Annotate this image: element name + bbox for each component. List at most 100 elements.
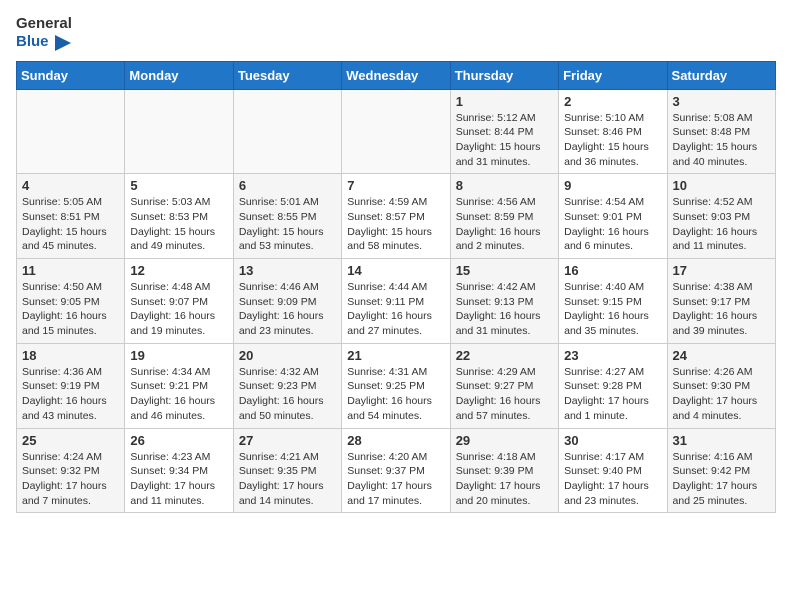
day-number: 9: [564, 178, 661, 193]
day-info: Sunrise: 4:27 AM Sunset: 9:28 PM Dayligh…: [564, 365, 661, 424]
day-info: Sunrise: 4:29 AM Sunset: 9:27 PM Dayligh…: [456, 365, 553, 424]
day-number: 8: [456, 178, 553, 193]
header-day-sunday: Sunday: [17, 61, 125, 89]
week-row-2: 4 Sunrise: 5:05 AM Sunset: 8:51 PM Daylig…: [17, 174, 776, 259]
day-info: Sunrise: 5:05 AM Sunset: 8:51 PM Dayligh…: [22, 195, 119, 254]
day-cell: [233, 89, 341, 174]
day-info: Sunrise: 4:18 AM Sunset: 9:39 PM Dayligh…: [456, 450, 553, 509]
day-number: 28: [347, 433, 444, 448]
day-info: Sunrise: 4:48 AM Sunset: 9:07 PM Dayligh…: [130, 280, 227, 339]
day-info: Sunrise: 4:17 AM Sunset: 9:40 PM Dayligh…: [564, 450, 661, 509]
day-cell: [125, 89, 233, 174]
day-number: 10: [673, 178, 770, 193]
calendar-header: SundayMondayTuesdayWednesdayThursdayFrid…: [17, 61, 776, 89]
header-day-thursday: Thursday: [450, 61, 558, 89]
week-row-5: 25 Sunrise: 4:24 AM Sunset: 9:32 PM Dayli…: [17, 428, 776, 513]
day-cell: 8 Sunrise: 4:56 AM Sunset: 8:59 PM Daylig…: [450, 174, 558, 259]
logo-general-text: General: [16, 16, 73, 33]
header-day-tuesday: Tuesday: [233, 61, 341, 89]
day-cell: 1 Sunrise: 5:12 AM Sunset: 8:44 PM Daylig…: [450, 89, 558, 174]
day-number: 23: [564, 348, 661, 363]
day-number: 19: [130, 348, 227, 363]
day-info: Sunrise: 4:52 AM Sunset: 9:03 PM Dayligh…: [673, 195, 770, 254]
day-cell: 14Sunrise: 4:44 AM Sunset: 9:11 PM Dayli…: [342, 259, 450, 344]
day-info: Sunrise: 5:12 AM Sunset: 8:44 PM Dayligh…: [456, 111, 553, 170]
day-number: 29: [456, 433, 553, 448]
day-info: Sunrise: 4:42 AM Sunset: 9:13 PM Dayligh…: [456, 280, 553, 339]
day-info: Sunrise: 5:03 AM Sunset: 8:53 PM Dayligh…: [130, 195, 227, 254]
day-number: 15: [456, 263, 553, 278]
day-cell: 5 Sunrise: 5:03 AM Sunset: 8:53 PM Daylig…: [125, 174, 233, 259]
day-number: 25: [22, 433, 119, 448]
page-header: General Blue: [16, 16, 776, 53]
day-number: 14: [347, 263, 444, 278]
day-cell: 13 Sunrise: 4:46 AM Sunset: 9:09 PM Dayli…: [233, 259, 341, 344]
day-info: Sunrise: 4:36 AM Sunset: 9:19 PM Dayligh…: [22, 365, 119, 424]
day-info: Sunrise: 5:08 AM Sunset: 8:48 PM Dayligh…: [673, 111, 770, 170]
day-number: 17: [673, 263, 770, 278]
day-number: 31: [673, 433, 770, 448]
day-info: Sunrise: 4:26 AM Sunset: 9:30 PM Dayligh…: [673, 365, 770, 424]
day-info: Sunrise: 4:31 AM Sunset: 9:25 PM Dayligh…: [347, 365, 444, 424]
day-cell: 21Sunrise: 4:31 AM Sunset: 9:25 PM Dayli…: [342, 343, 450, 428]
day-number: 7: [347, 178, 444, 193]
week-row-3: 11 Sunrise: 4:50 AM Sunset: 9:05 PM Dayli…: [17, 259, 776, 344]
day-number: 2: [564, 94, 661, 109]
day-cell: 31 Sunrise: 4:16 AM Sunset: 9:42 PM Dayli…: [667, 428, 775, 513]
day-info: Sunrise: 4:50 AM Sunset: 9:05 PM Dayligh…: [22, 280, 119, 339]
day-info: Sunrise: 4:16 AM Sunset: 9:42 PM Dayligh…: [673, 450, 770, 509]
day-cell: 3 Sunrise: 5:08 AM Sunset: 8:48 PM Daylig…: [667, 89, 775, 174]
day-info: Sunrise: 4:21 AM Sunset: 9:35 PM Dayligh…: [239, 450, 336, 509]
day-cell: 9 Sunrise: 4:54 AM Sunset: 9:01 PM Daylig…: [559, 174, 667, 259]
day-info: Sunrise: 4:40 AM Sunset: 9:15 PM Dayligh…: [564, 280, 661, 339]
week-row-1: 1 Sunrise: 5:12 AM Sunset: 8:44 PM Daylig…: [17, 89, 776, 174]
day-number: 24: [673, 348, 770, 363]
header-row: SundayMondayTuesdayWednesdayThursdayFrid…: [17, 61, 776, 89]
day-cell: 7 Sunrise: 4:59 AM Sunset: 8:57 PM Daylig…: [342, 174, 450, 259]
day-info: Sunrise: 4:24 AM Sunset: 9:32 PM Dayligh…: [22, 450, 119, 509]
day-info: Sunrise: 4:34 AM Sunset: 9:21 PM Dayligh…: [130, 365, 227, 424]
day-info: Sunrise: 4:54 AM Sunset: 9:01 PM Dayligh…: [564, 195, 661, 254]
day-number: 13: [239, 263, 336, 278]
header-day-wednesday: Wednesday: [342, 61, 450, 89]
week-row-4: 18 Sunrise: 4:36 AM Sunset: 9:19 PM Dayli…: [17, 343, 776, 428]
day-number: 30: [564, 433, 661, 448]
day-number: 12: [130, 263, 227, 278]
day-cell: 23 Sunrise: 4:27 AM Sunset: 9:28 PM Dayli…: [559, 343, 667, 428]
day-number: 11: [22, 263, 119, 278]
day-info: Sunrise: 4:46 AM Sunset: 9:09 PM Dayligh…: [239, 280, 336, 339]
day-cell: 12 Sunrise: 4:48 AM Sunset: 9:07 PM Dayli…: [125, 259, 233, 344]
day-info: Sunrise: 4:59 AM Sunset: 8:57 PM Dayligh…: [347, 195, 444, 254]
day-cell: 2 Sunrise: 5:10 AM Sunset: 8:46 PM Daylig…: [559, 89, 667, 174]
day-cell: 26Sunrise: 4:23 AM Sunset: 9:34 PM Dayli…: [125, 428, 233, 513]
day-number: 18: [22, 348, 119, 363]
day-cell: 17Sunrise: 4:38 AM Sunset: 9:17 PM Dayli…: [667, 259, 775, 344]
header-day-saturday: Saturday: [667, 61, 775, 89]
day-number: 5: [130, 178, 227, 193]
day-cell: 6Sunrise: 5:01 AM Sunset: 8:55 PM Daylig…: [233, 174, 341, 259]
day-cell: 24 Sunrise: 4:26 AM Sunset: 9:30 PM Dayli…: [667, 343, 775, 428]
day-info: Sunrise: 4:23 AM Sunset: 9:34 PM Dayligh…: [130, 450, 227, 509]
day-info: Sunrise: 4:20 AM Sunset: 9:37 PM Dayligh…: [347, 450, 444, 509]
day-cell: 30 Sunrise: 4:17 AM Sunset: 9:40 PM Dayli…: [559, 428, 667, 513]
logo-triangle-icon: [51, 33, 73, 53]
day-cell: [342, 89, 450, 174]
day-cell: 16Sunrise: 4:40 AM Sunset: 9:15 PM Dayli…: [559, 259, 667, 344]
day-number: 22: [456, 348, 553, 363]
day-cell: 25 Sunrise: 4:24 AM Sunset: 9:32 PM Dayli…: [17, 428, 125, 513]
day-cell: 18 Sunrise: 4:36 AM Sunset: 9:19 PM Dayli…: [17, 343, 125, 428]
header-day-monday: Monday: [125, 61, 233, 89]
day-cell: 27Sunrise: 4:21 AM Sunset: 9:35 PM Dayli…: [233, 428, 341, 513]
day-cell: 29 Sunrise: 4:18 AM Sunset: 9:39 PM Dayli…: [450, 428, 558, 513]
day-cell: 10 Sunrise: 4:52 AM Sunset: 9:03 PM Dayli…: [667, 174, 775, 259]
calendar-body: 1 Sunrise: 5:12 AM Sunset: 8:44 PM Daylig…: [17, 89, 776, 513]
logo-blue-text: Blue: [16, 34, 49, 51]
day-cell: 4 Sunrise: 5:05 AM Sunset: 8:51 PM Daylig…: [17, 174, 125, 259]
day-number: 4: [22, 178, 119, 193]
day-number: 3: [673, 94, 770, 109]
day-info: Sunrise: 4:56 AM Sunset: 8:59 PM Dayligh…: [456, 195, 553, 254]
day-number: 1: [456, 94, 553, 109]
calendar-table: SundayMondayTuesdayWednesdayThursdayFrid…: [16, 61, 776, 514]
day-number: 20: [239, 348, 336, 363]
day-info: Sunrise: 5:10 AM Sunset: 8:46 PM Dayligh…: [564, 111, 661, 170]
